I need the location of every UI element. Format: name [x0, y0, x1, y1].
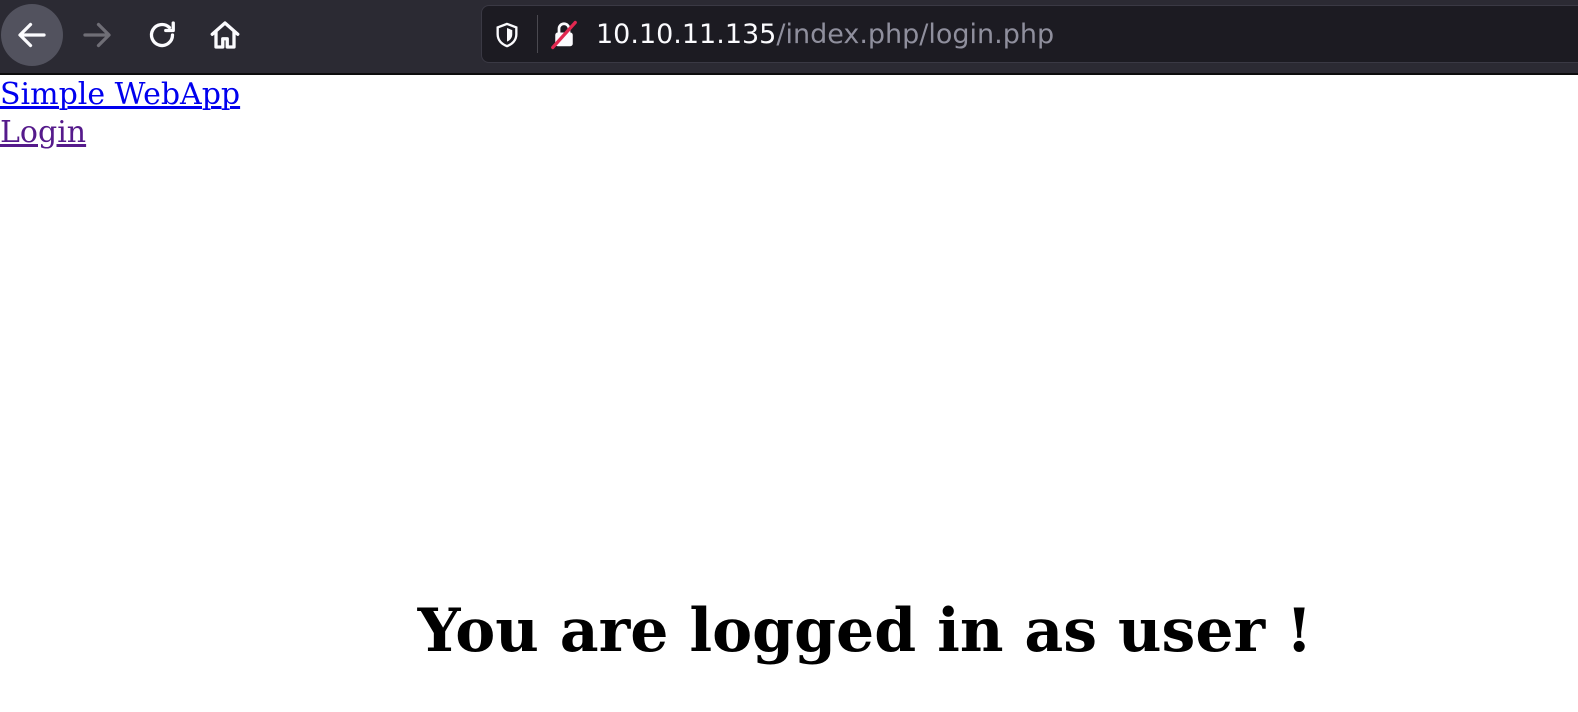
shield-icon [496, 22, 518, 48]
address-bar[interactable]: 10.10.11.135/index.php/login.php [481, 5, 1578, 63]
reload-button[interactable] [131, 4, 193, 66]
forward-arrow-icon [83, 22, 111, 48]
home-link[interactable]: Simple WebApp [0, 76, 240, 114]
browser-toolbar: 10.10.11.135/index.php/login.php [0, 0, 1578, 75]
reload-icon [149, 21, 175, 48]
back-button[interactable] [1, 4, 63, 66]
back-arrow-icon [18, 22, 46, 48]
login-link[interactable]: Login [0, 114, 240, 152]
forward-button[interactable] [66, 4, 128, 66]
url-text[interactable]: 10.10.11.135/index.php/login.php [596, 17, 1054, 53]
site-security-button[interactable] [549, 20, 579, 50]
tracking-protection-button[interactable] [492, 20, 522, 50]
page-content: Simple WebApp Login You are logged in as… [0, 75, 1578, 712]
logged-in-message: You are logged in as user ! [417, 596, 1313, 666]
url-host: 10.10.11.135 [596, 19, 777, 50]
home-icon [210, 21, 240, 49]
page-nav: Simple WebApp Login [0, 76, 240, 152]
urlbar-divider [537, 15, 538, 53]
insecure-lock-icon [551, 20, 577, 50]
home-button[interactable] [194, 4, 256, 66]
url-path: /index.php/login.php [776, 19, 1055, 50]
